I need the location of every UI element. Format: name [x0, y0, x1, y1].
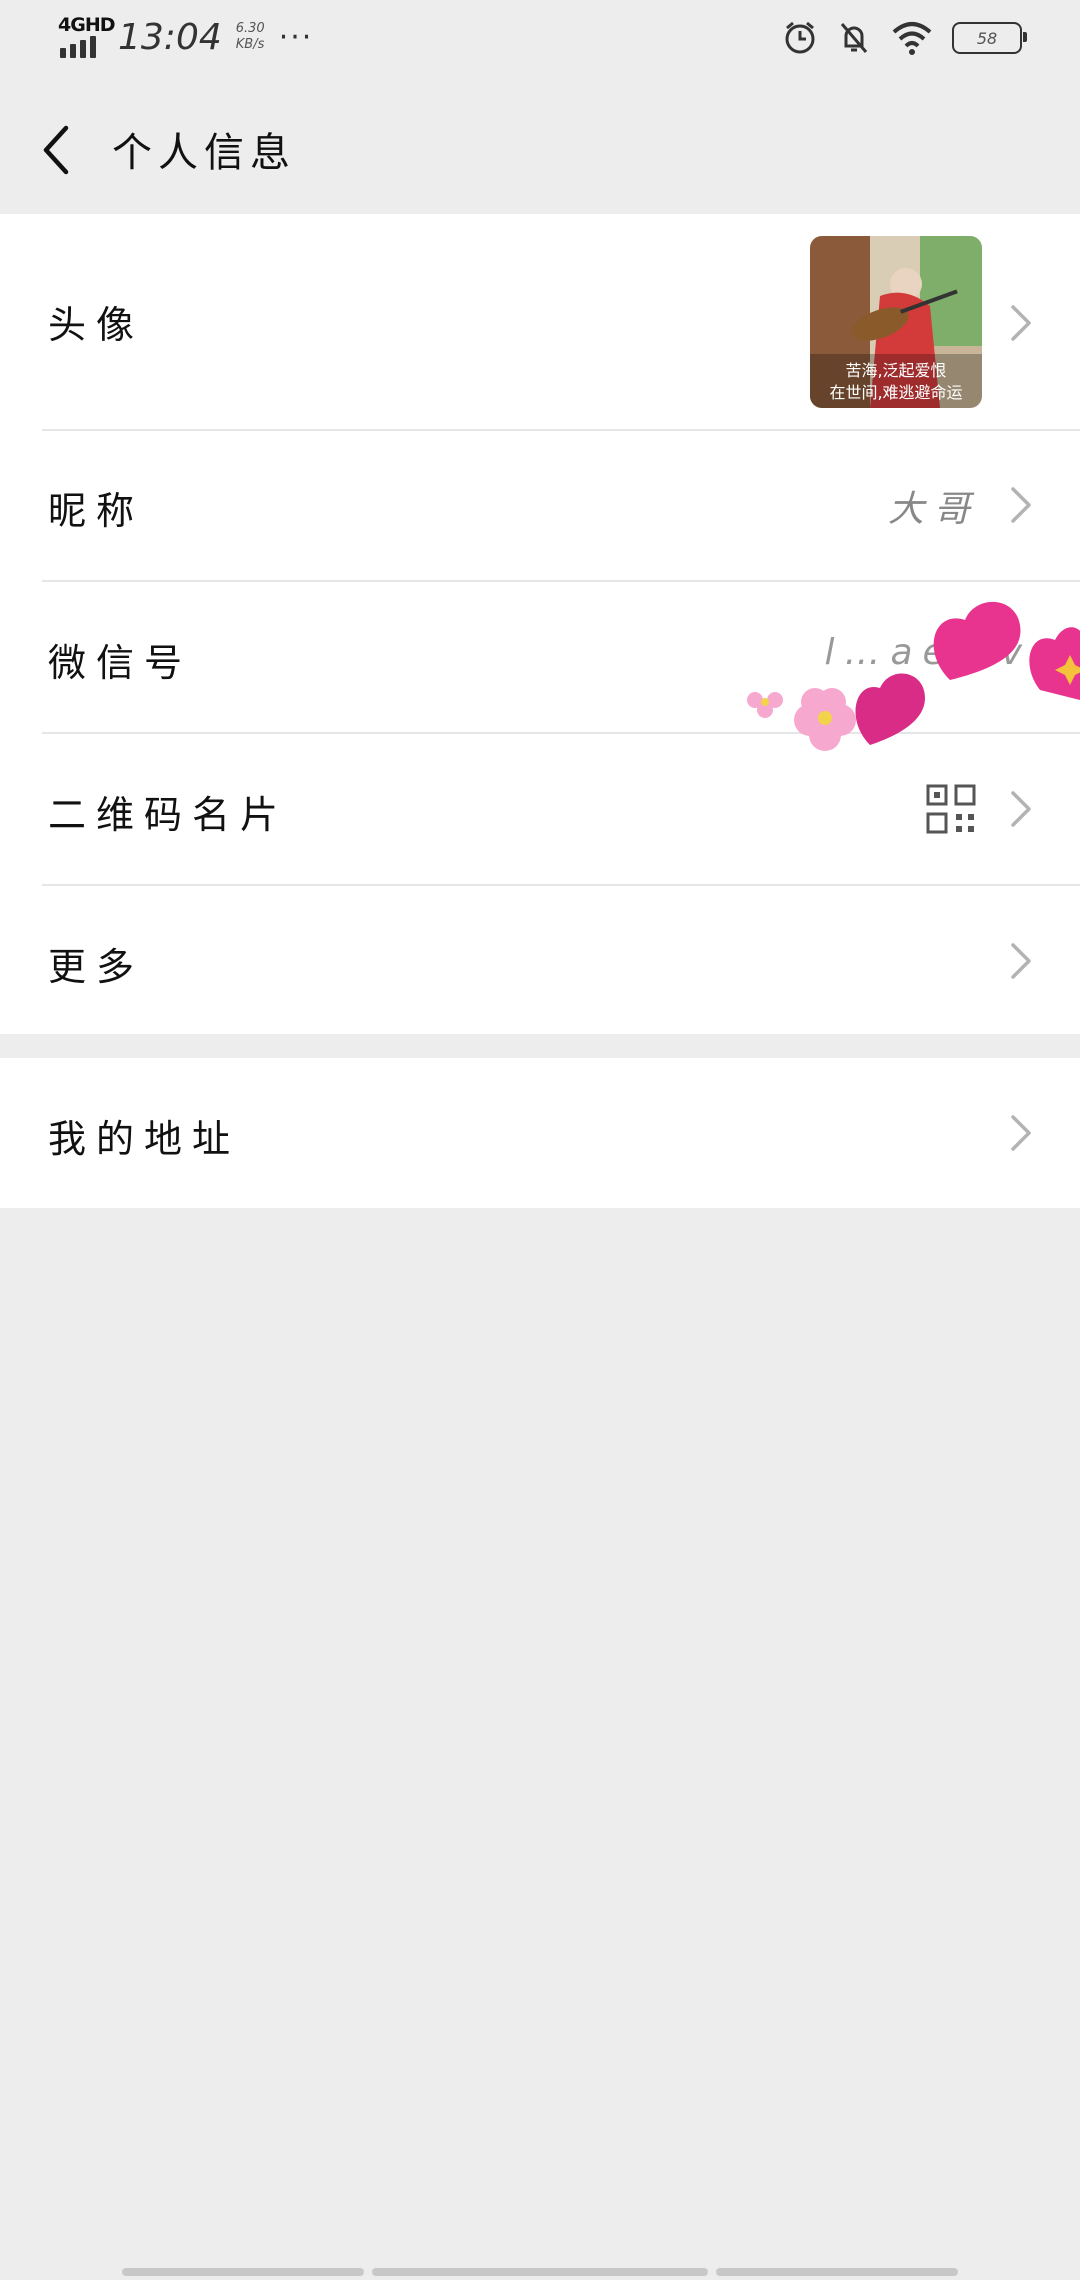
wechat-id-value: l…ae…v	[824, 632, 1032, 673]
more-row[interactable]: 更多	[0, 886, 1080, 1034]
title-bar: 个人信息	[0, 80, 1080, 214]
chevron-left-icon[interactable]	[38, 122, 78, 178]
address-label: 我的地址	[48, 1117, 241, 1161]
address-row[interactable]: 我的地址	[0, 1058, 1080, 1208]
nav-indicator	[122, 2268, 364, 2276]
network-speed: 6.30 KB/s	[235, 21, 265, 52]
chevron-right-icon	[1011, 791, 1031, 827]
avatar-row[interactable]: 头像 苦海,泛起爱恨 在世间,难逃避命运	[0, 214, 1080, 430]
nickname-value: 大哥	[887, 489, 980, 530]
nav-indicator	[716, 2268, 958, 2276]
avatar-caption-1: 苦海,泛起爱恨	[845, 361, 946, 380]
chevron-right-icon	[1011, 1115, 1031, 1151]
chevron-right-icon	[1011, 305, 1031, 341]
address-group: 我的地址	[0, 1058, 1080, 1208]
profile-info-group: 头像 苦海,泛起爱恨 在世间,难逃避命运 昵称 大哥 微信号 l…ae…v 二维…	[0, 214, 1080, 1034]
avatar-caption-2: 在世间,难逃避命运	[829, 383, 962, 402]
chevron-right-icon	[1011, 487, 1031, 523]
status-bar: 4GHD 13:04 6.30 KB/s ··· 58	[0, 0, 1080, 80]
signal-icon: 4GHD	[58, 14, 115, 60]
avatar[interactable]: 苦海,泛起爱恨 在世间,难逃避命运	[810, 236, 982, 408]
wifi-icon	[892, 22, 932, 55]
alarm-icon	[785, 21, 815, 54]
qr-code-icon	[926, 784, 976, 834]
more-label: 更多	[48, 945, 145, 989]
clock: 13:04	[118, 16, 222, 58]
chevron-right-icon	[1011, 943, 1031, 979]
wechat-id-label: 微信号	[48, 641, 193, 685]
more-notifications: ···	[278, 19, 314, 55]
avatar-label: 头像	[48, 303, 145, 347]
qr-code-label: 二维码名片	[48, 793, 289, 837]
qr-code-row[interactable]: 二维码名片	[0, 734, 1080, 884]
network-type: 4GHD	[58, 14, 115, 36]
bell-off-icon	[840, 23, 868, 53]
battery-icon: 58	[952, 22, 1027, 54]
nav-indicator	[372, 2268, 708, 2276]
page-title: 个人信息	[112, 130, 296, 176]
wechat-id-row[interactable]: 微信号 l…ae…v	[0, 582, 1080, 732]
nickname-row[interactable]: 昵称 大哥	[0, 430, 1080, 580]
nickname-label: 昵称	[48, 489, 145, 533]
